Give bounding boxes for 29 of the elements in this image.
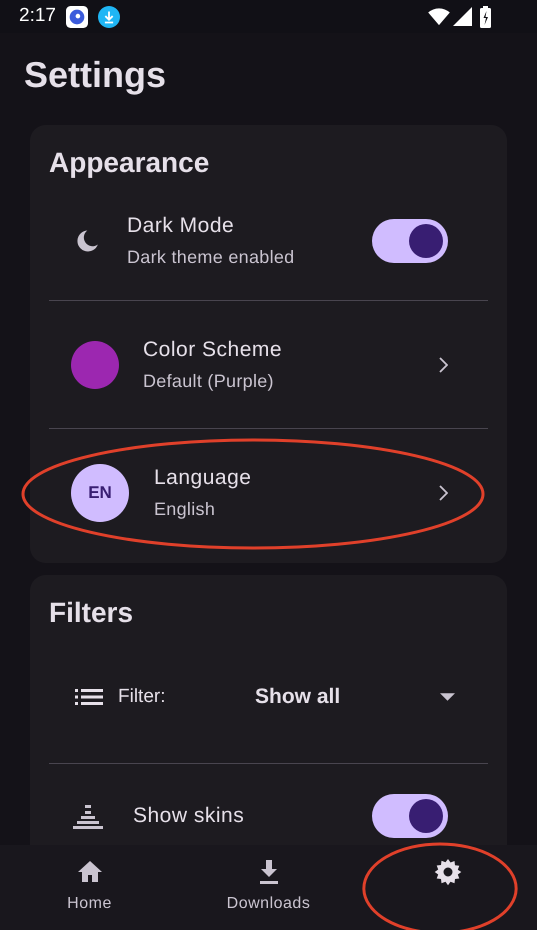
status-time: 2:17 bbox=[19, 4, 56, 28]
section-title: Filters bbox=[49, 596, 134, 630]
page-title: Settings bbox=[24, 53, 168, 97]
wifi-icon bbox=[428, 8, 450, 26]
toggle-switch[interactable] bbox=[372, 218, 448, 262]
chevron-right-icon bbox=[438, 356, 448, 372]
setting-value: Dark theme enabled bbox=[127, 246, 296, 268]
signal-icon bbox=[453, 7, 472, 26]
dropdown-caret-icon bbox=[440, 693, 455, 701]
setting-label: Show skins bbox=[133, 803, 246, 829]
setting-label: Color Scheme bbox=[143, 336, 284, 362]
filter-dropdown[interactable]: Show all bbox=[255, 681, 455, 713]
pedestal-icon bbox=[71, 803, 105, 829]
toggle-switch[interactable] bbox=[372, 794, 448, 838]
section-title: Appearance bbox=[49, 146, 210, 180]
setting-value: Default (Purple) bbox=[143, 370, 275, 393]
list-icon bbox=[75, 688, 103, 706]
setting-label: Language bbox=[154, 464, 252, 490]
battery-icon bbox=[480, 6, 491, 28]
chat-app-icon bbox=[66, 6, 88, 28]
setting-label: Dark Mode bbox=[127, 212, 236, 238]
chevron-right-icon bbox=[438, 484, 448, 500]
download-app-icon bbox=[98, 6, 120, 28]
filter-label: Filter: bbox=[118, 684, 166, 709]
settings-icon bbox=[434, 858, 462, 886]
nav-tab[interactable]: Home bbox=[0, 845, 179, 930]
nav-tab[interactable]: Downloads bbox=[179, 845, 358, 930]
language-badge: EN bbox=[71, 464, 129, 522]
setting-value: English bbox=[154, 498, 216, 521]
